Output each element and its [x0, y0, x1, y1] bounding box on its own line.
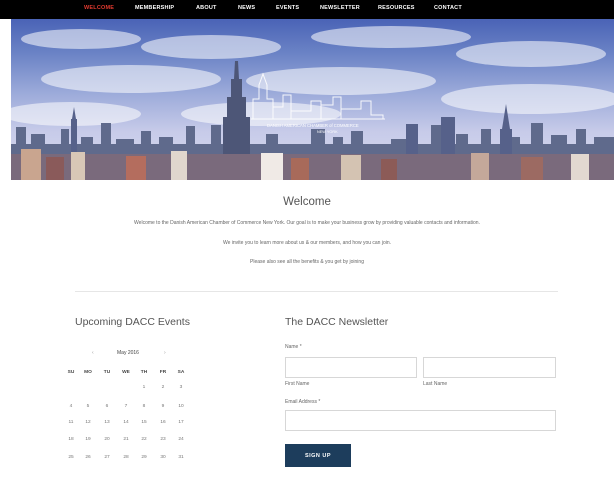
nav-contact[interactable]: CONTACT — [434, 5, 462, 11]
nav-events[interactable]: EVENTS — [276, 5, 299, 11]
calendar-day-17[interactable]: 17 — [174, 420, 188, 425]
calendar-day-8[interactable]: 8 — [137, 404, 151, 409]
newsletter-heading: The DACC Newsletter — [285, 316, 389, 328]
top-navigation-bar: WELCOME MEMBERSHIP ABOUT NEWS EVENTS NEW… — [0, 0, 614, 19]
email-input[interactable] — [285, 410, 556, 431]
calendar-month-label: May 2016 — [117, 350, 139, 356]
calendar-next-button[interactable]: › — [164, 350, 166, 356]
calendar-day-10[interactable]: 10 — [174, 404, 188, 409]
calendar-day-16[interactable]: 16 — [156, 420, 170, 425]
calendar-weekday-sa: SA — [177, 370, 185, 375]
calendar-day-1[interactable]: 1 — [137, 385, 151, 390]
calendar-day-21[interactable]: 21 — [119, 437, 133, 442]
calendar-weekday-mo: MO — [84, 370, 92, 375]
calendar-weekday-th: TH — [140, 370, 148, 375]
nav-welcome[interactable]: WELCOME — [84, 5, 114, 11]
calendar-day-12[interactable]: 12 — [81, 420, 95, 425]
welcome-heading: Welcome — [283, 196, 331, 208]
calendar-day-6[interactable]: 6 — [100, 404, 114, 409]
calendar-day-22[interactable]: 22 — [137, 437, 151, 442]
calendar-day-15[interactable]: 15 — [137, 420, 151, 425]
calendar-day-11[interactable]: 11 — [64, 420, 78, 425]
calendar-day-13[interactable]: 13 — [100, 420, 114, 425]
last-name-input[interactable] — [423, 357, 556, 378]
calendar-weekday-su: SU — [67, 370, 75, 375]
calendar-weekday-we: WE — [122, 370, 130, 375]
calendar-day-26[interactable]: 26 — [81, 455, 95, 460]
hero-banner: DANISH AMERICAN CHAMBER of COMMERCE NEW … — [11, 19, 614, 180]
calendar-weekday-tu: TU — [103, 370, 111, 375]
calendar-day-24[interactable]: 24 — [174, 437, 188, 442]
events-heading: Upcoming DACC Events — [75, 316, 190, 328]
calendar-day-29[interactable]: 29 — [137, 455, 151, 460]
calendar-day-9[interactable]: 9 — [156, 404, 170, 409]
name-label: Name * — [285, 344, 302, 350]
first-name-sublabel: First Name — [285, 381, 310, 387]
skyline-image: DANISH AMERICAN CHAMBER of COMMERCE NEW … — [11, 26, 614, 180]
nav-about[interactable]: ABOUT — [196, 5, 217, 11]
first-name-input[interactable] — [285, 357, 417, 378]
sign-up-button[interactable]: SIGN UP — [285, 444, 351, 467]
calendar-day-19[interactable]: 19 — [81, 437, 95, 442]
calendar-day-3[interactable]: 3 — [174, 385, 188, 390]
calendar-day-7[interactable]: 7 — [119, 404, 133, 409]
nav-news[interactable]: NEWS — [238, 5, 255, 11]
calendar-day-14[interactable]: 14 — [119, 420, 133, 425]
welcome-text-line-3: Please also see all the benefits & you g… — [250, 259, 364, 265]
calendar-day-4[interactable]: 4 — [64, 404, 78, 409]
calendar-day-18[interactable]: 18 — [64, 437, 78, 442]
calendar-day-28[interactable]: 28 — [119, 455, 133, 460]
welcome-text-line-2: We invite you to learn more about us & o… — [222, 240, 392, 246]
calendar-day-31[interactable]: 31 — [174, 455, 188, 460]
nav-membership[interactable]: MEMBERSHIP — [135, 5, 174, 11]
nav-newsletter[interactable]: NEWSLETTER — [320, 5, 360, 11]
calendar-day-27[interactable]: 27 — [100, 455, 114, 460]
section-divider — [75, 291, 558, 292]
last-name-sublabel: Last Name — [423, 381, 448, 387]
calendar-day-25[interactable]: 25 — [64, 455, 78, 460]
calendar-day-2[interactable]: 2 — [156, 385, 170, 390]
calendar-weekday-fr: FR — [159, 370, 167, 375]
calendar-day-23[interactable]: 23 — [156, 437, 170, 442]
calendar-day-5[interactable]: 5 — [81, 404, 95, 409]
nav-resources[interactable]: RESOURCES — [378, 5, 415, 11]
hero-logo-text: DANISH AMERICAN CHAMBER of COMMERCE — [267, 123, 359, 128]
welcome-text-line-1: Welcome to the Danish American Chamber o… — [134, 220, 480, 226]
hero-logo-subtext: NEW YORK — [317, 130, 338, 134]
calendar-prev-button[interactable]: ‹ — [92, 350, 94, 356]
calendar-day-30[interactable]: 30 — [156, 455, 170, 460]
calendar-day-20[interactable]: 20 — [100, 437, 114, 442]
email-label: Email Address * — [285, 399, 321, 405]
